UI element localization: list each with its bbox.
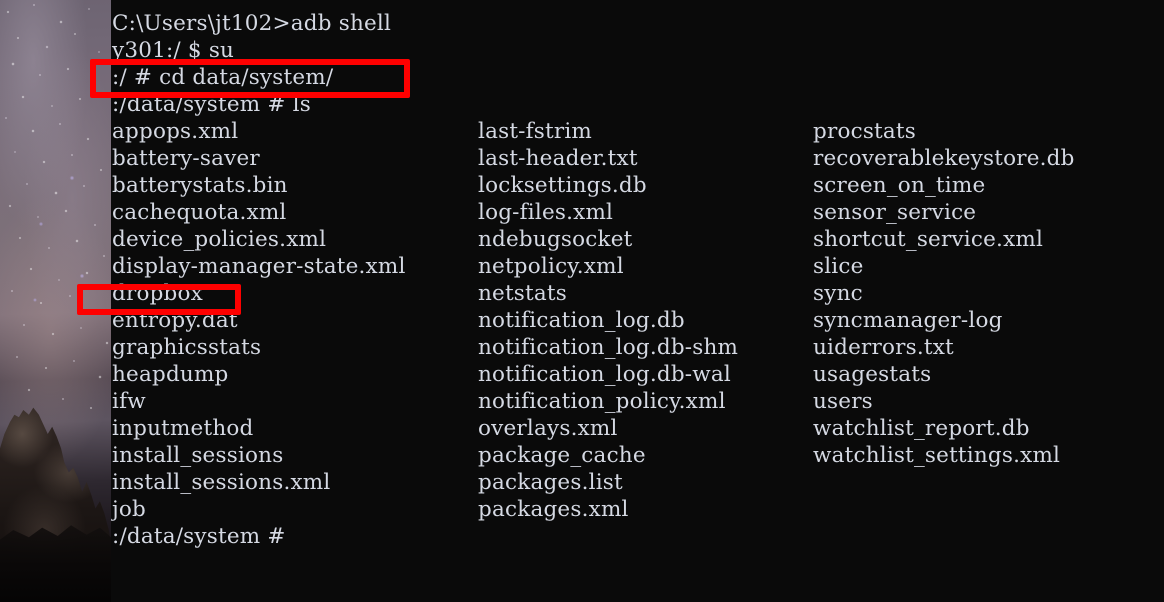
listing-entry: screen_on_time — [813, 173, 986, 198]
listing-entry: notification_log.db-wal — [478, 362, 731, 387]
listing-row: device_policies.xml ndebugsocket shortcut_… — [112, 226, 1164, 253]
listing-entry: dropbox — [112, 281, 203, 306]
listing-entry — [813, 469, 1164, 496]
directory-listing: appops.xml last-fstrim procstats battery-sa… — [112, 118, 1164, 523]
listing-entry: last-header.txt — [478, 146, 638, 171]
listing-entry: last-fstrim — [478, 119, 593, 144]
listing-row: ifw notification_policy.xml users — [112, 388, 1164, 415]
listing-entry: install_sessions — [112, 443, 284, 468]
listing-row: battery-saver last-header.txt recoverablek… — [112, 145, 1164, 172]
listing-entry: batterystats.bin — [112, 173, 288, 198]
listing-entry: shortcut_service.xml — [813, 227, 1044, 252]
listing-entry: packages.list — [478, 470, 623, 495]
listing-row: graphicsstats notification_log.db-shm uide… — [112, 334, 1164, 361]
listing-entry: watchlist_report.db — [813, 416, 1030, 441]
listing-entry: cachequota.xml — [112, 200, 287, 225]
wallpaper-stars-layer — [0, 0, 111, 440]
listing-entry: notification_log.db — [478, 308, 685, 333]
listing-row: batterystats.bin locksettings.db screen_on… — [112, 172, 1164, 199]
listing-row: install_sessions package_cache watchlist_s… — [112, 442, 1164, 469]
listing-entry: ifw — [112, 389, 146, 414]
listing-entry: watchlist_settings.xml — [813, 443, 1061, 468]
listing-entry: entropy.dat — [112, 308, 238, 333]
listing-row: heapdump notification_log.db-wal usagestat… — [112, 361, 1164, 388]
listing-entry: notification_log.db-shm — [478, 335, 739, 360]
listing-entry: install_sessions.xml — [112, 470, 331, 495]
listing-entry: sync — [813, 281, 863, 306]
desktop-wallpaper — [0, 0, 111, 602]
listing-entry: appops.xml — [112, 119, 239, 144]
listing-entry: heapdump — [112, 362, 229, 387]
listing-row: appops.xml last-fstrim procstats — [112, 118, 1164, 145]
listing-entry: job — [112, 497, 146, 522]
listing-entry: netpolicy.xml — [478, 254, 624, 279]
listing-row: install_sessions.xml packages.list — [112, 469, 1164, 496]
listing-row: entropy.dat notification_log.db syncmanage… — [112, 307, 1164, 334]
screenshot-root: C:\Users\jt102>adb shell y301:/ $ su :/ … — [0, 0, 1164, 602]
listing-row: inputmethod overlays.xml watchlist_report.… — [112, 415, 1164, 442]
listing-entry: inputmethod — [112, 416, 254, 441]
listing-entry: uiderrors.txt — [813, 335, 954, 360]
listing-entry: battery-saver — [112, 146, 260, 171]
listing-entry: notification_policy.xml — [478, 389, 726, 414]
terminal-final-prompt: :/data/system # — [112, 524, 286, 549]
listing-row: job packages.xml — [112, 496, 1164, 523]
listing-entry: ndebugsocket — [478, 227, 633, 252]
terminal-line-windows-prompt: C:\Users\jt102>adb shell — [112, 11, 392, 36]
listing-entry: recoverablekeystore.db — [813, 146, 1075, 171]
listing-row: cachequota.xml log-files.xml sensor_servic… — [112, 199, 1164, 226]
listing-row: dropbox netstats sync — [112, 280, 1164, 307]
listing-entry — [813, 496, 1164, 523]
listing-entry: syncmanager-log — [813, 308, 1003, 333]
listing-entry: netstats — [478, 281, 567, 306]
listing-row: display-manager-state.xml netpolicy.xml sl… — [112, 253, 1164, 280]
listing-entry: users — [813, 389, 873, 414]
terminal-line-cd: :/ # cd data/system/ — [112, 65, 334, 90]
terminal-line-ls: :/data/system # ls — [112, 92, 311, 117]
listing-entry: log-files.xml — [478, 200, 614, 225]
listing-entry: package_cache — [478, 443, 646, 468]
terminal-line-su: y301:/ $ su — [112, 38, 235, 63]
listing-entry: overlays.xml — [478, 416, 618, 441]
listing-entry: usagestats — [813, 362, 932, 387]
listing-entry: device_policies.xml — [112, 227, 327, 252]
adb-shell-terminal[interactable]: C:\Users\jt102>adb shell y301:/ $ su :/ … — [111, 0, 1164, 602]
listing-entry: graphicsstats — [112, 335, 262, 360]
listing-entry: sensor_service — [813, 200, 977, 225]
listing-entry: procstats — [813, 119, 916, 144]
listing-entry: slice — [813, 254, 864, 279]
listing-entry: display-manager-state.xml — [112, 254, 406, 279]
listing-entry: locksettings.db — [478, 173, 647, 198]
listing-entry: packages.xml — [478, 497, 629, 522]
